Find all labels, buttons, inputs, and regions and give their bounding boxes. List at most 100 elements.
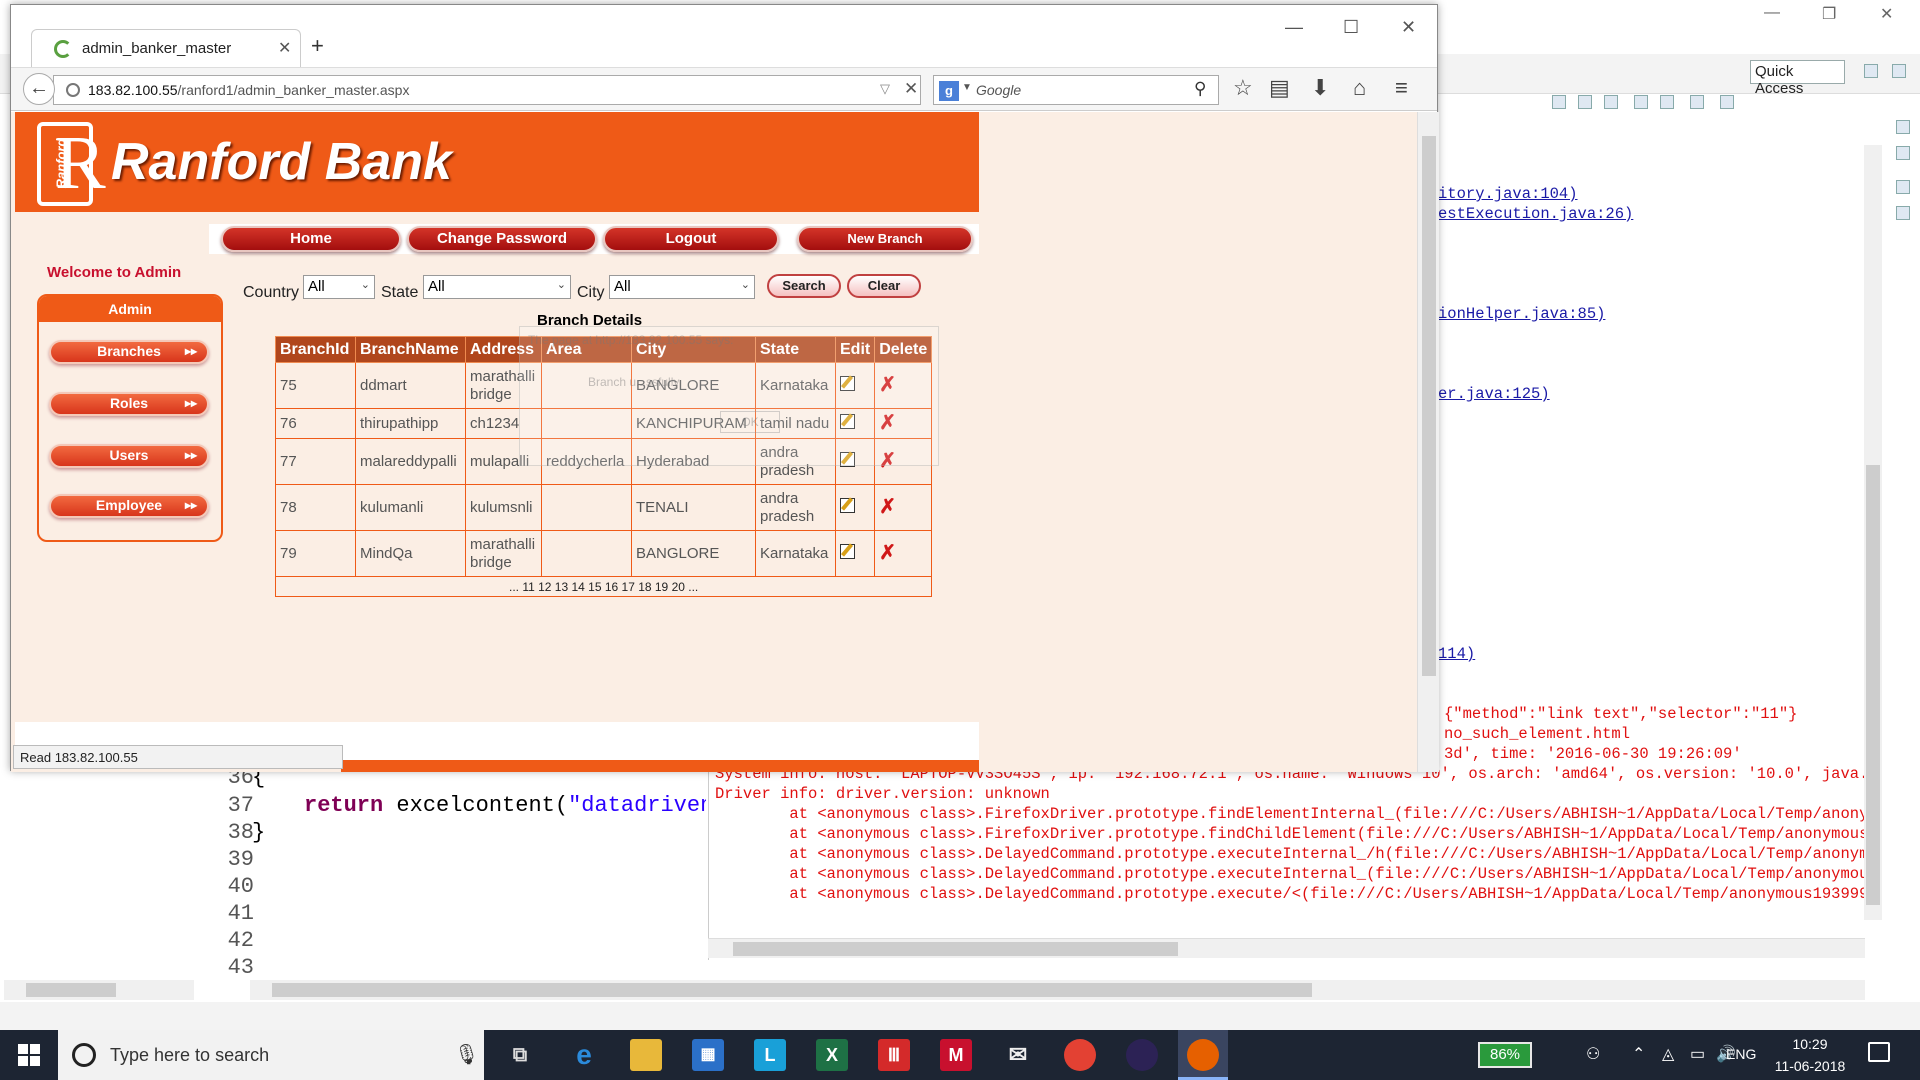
maximize-icon[interactable]: ☐ xyxy=(1343,17,1359,38)
eclipse-close-icon[interactable]: ✕ xyxy=(1880,4,1893,24)
firefox-taskbar-button[interactable] xyxy=(1178,1030,1228,1080)
scrollbar-thumb[interactable] xyxy=(272,983,1312,997)
clock-date[interactable]: 11-06-2018 xyxy=(1770,1058,1850,1074)
address-bar[interactable]: 183.82.100.55/ranford1/admin_banker_mast… xyxy=(53,75,921,105)
chrome-icon[interactable] xyxy=(1064,1039,1096,1071)
logout-button[interactable]: Logout xyxy=(603,226,779,252)
edit-icon[interactable] xyxy=(840,543,855,559)
close-tab-icon[interactable]: ✕ xyxy=(278,38,291,58)
stack-trace-link[interactable]: estExecution.java:26) xyxy=(1438,205,1633,223)
change-password-button[interactable]: Change Password xyxy=(407,226,597,252)
task-view-icon[interactable]: ⧉ xyxy=(504,1039,536,1071)
open-perspective-icon[interactable] xyxy=(1864,64,1878,78)
close-window-icon[interactable]: ✕ xyxy=(1401,17,1416,38)
editor-horizontal-scrollbar[interactable] xyxy=(250,980,1865,1000)
notification-center-icon[interactable] xyxy=(1868,1042,1890,1062)
remove-launch-icon[interactable] xyxy=(1578,95,1592,109)
minimize-icon[interactable]: — xyxy=(1285,17,1303,38)
file-explorer-icon[interactable] xyxy=(630,1039,662,1071)
bookmarks-menu-icon[interactable]: ▤ xyxy=(1269,75,1290,101)
mcafee-icon[interactable]: M xyxy=(940,1039,972,1071)
home-icon[interactable]: ⌂ xyxy=(1353,75,1366,101)
display-console-icon[interactable] xyxy=(1690,95,1704,109)
url-text: 183.82.100.55/ranford1/admin_banker_mast… xyxy=(88,82,409,98)
app-red-icon[interactable]: Ⅲ xyxy=(878,1039,910,1071)
language-indicator[interactable]: ENG xyxy=(1726,1046,1756,1062)
sidebar-item-roles[interactable]: Roles ▸▸ xyxy=(49,392,209,416)
console-vertical-scrollbar[interactable] xyxy=(1864,145,1882,920)
home-button[interactable]: Home xyxy=(221,226,401,252)
battery-indicator[interactable]: 86% xyxy=(1478,1042,1532,1068)
console-horizontal-scrollbar[interactable] xyxy=(708,938,1865,958)
globe-icon[interactable] xyxy=(66,83,80,97)
menu-hamburger-icon[interactable]: ≡ xyxy=(1395,75,1408,101)
search-button[interactable]: Search xyxy=(767,274,841,298)
sidebar-item-branches[interactable]: Branches ▸▸ xyxy=(49,340,209,364)
edge-icon[interactable]: e xyxy=(568,1039,600,1071)
power-icon[interactable]: ▭ xyxy=(1690,1044,1705,1064)
alert-ok-button[interactable]: OK xyxy=(720,411,780,433)
eclipse-restore-icon[interactable]: ❐ xyxy=(1822,4,1836,24)
scrollbar-thumb[interactable] xyxy=(1866,465,1880,905)
people-icon[interactable]: ⚇ xyxy=(1586,1044,1600,1064)
console-icon[interactable] xyxy=(1634,95,1648,109)
search-icon[interactable]: ⚲ xyxy=(1194,79,1206,99)
terminate-icon[interactable] xyxy=(1552,95,1566,109)
clock-time[interactable]: 10:29 xyxy=(1770,1036,1850,1052)
stack-trace-link[interactable]: 114) xyxy=(1438,645,1475,663)
minimized-view-icon[interactable] xyxy=(1896,180,1910,194)
new-branch-button[interactable]: New Branch xyxy=(797,226,973,252)
store-icon[interactable]: ▦ xyxy=(692,1039,724,1071)
microphone-icon[interactable]: 🎙 xyxy=(454,1042,479,1067)
stack-trace-link[interactable]: itory.java:104) xyxy=(1438,185,1578,203)
delete-icon[interactable]: ✗ xyxy=(879,496,896,518)
stack-trace-link[interactable]: ionHelper.java:85) xyxy=(1438,305,1605,323)
downloads-icon[interactable]: ⬇ xyxy=(1311,75,1329,101)
scrollbar-thumb[interactable] xyxy=(1422,136,1436,676)
mail-icon[interactable]: ✉ xyxy=(1002,1039,1034,1071)
windows-start-icon[interactable] xyxy=(18,1044,40,1066)
eclipse-icon[interactable] xyxy=(1126,1039,1158,1071)
pin-console-icon[interactable] xyxy=(1660,95,1674,109)
quick-access-field[interactable]: Quick Access xyxy=(1750,60,1845,97)
minimized-view-icon[interactable] xyxy=(1896,146,1910,160)
bookmark-star-icon[interactable]: ☆ xyxy=(1233,75,1253,101)
eclipse-minimize-icon[interactable]: — xyxy=(1764,4,1780,22)
stop-icon[interactable]: ✕ xyxy=(904,79,918,99)
java-code-editor[interactable]: 36 { 37 return excelcontent("datadriven … xyxy=(200,765,706,975)
lync-icon[interactable]: L xyxy=(754,1039,786,1071)
scrollbar-thumb[interactable] xyxy=(733,942,1178,956)
sidebar-item-users[interactable]: Users ▸▸ xyxy=(49,444,209,468)
history-dropdown-icon[interactable]: ▽ xyxy=(880,81,890,97)
stack-trace-link[interactable]: er.java:125) xyxy=(1438,385,1550,403)
country-select[interactable]: All ⌄ xyxy=(303,275,375,299)
browser-tab[interactable]: admin_banker_master ✕ xyxy=(31,29,301,67)
wifi-icon[interactable]: ◬ xyxy=(1662,1044,1674,1064)
google-engine-icon[interactable]: g xyxy=(939,81,959,101)
new-tab-icon[interactable]: + xyxy=(311,33,324,59)
minimized-view-icon[interactable] xyxy=(1896,206,1910,220)
page-vertical-scrollbar[interactable] xyxy=(1417,112,1439,772)
search-box[interactable]: g ▼ Google ⚲ xyxy=(933,75,1219,105)
bank-header: Ranford R Ranford Bank xyxy=(15,112,979,212)
open-console-icon[interactable] xyxy=(1720,95,1734,109)
back-arrow-icon[interactable]: ← xyxy=(23,73,55,105)
excel-icon[interactable]: X xyxy=(816,1039,848,1071)
city-select[interactable]: All ⌄ xyxy=(609,275,755,299)
edit-icon[interactable] xyxy=(840,497,855,513)
state-select[interactable]: All ⌄ xyxy=(423,275,571,299)
minimized-view-icon[interactable] xyxy=(1896,120,1910,134)
engine-dropdown-icon[interactable]: ▼ xyxy=(962,82,972,93)
java-perspective-icon[interactable] xyxy=(1892,64,1906,78)
delete-icon[interactable]: ✗ xyxy=(879,542,896,564)
taskbar-search-box[interactable]: Type here to search 🎙 xyxy=(58,1030,484,1080)
pager-links[interactable]: ... 11 12 13 14 15 16 17 18 19 20 ... xyxy=(274,576,933,597)
scrollbar-thumb[interactable] xyxy=(26,983,116,997)
code-keyword: return xyxy=(304,793,384,818)
explorer-horizontal-scrollbar[interactable] xyxy=(4,980,194,1000)
remove-all-icon[interactable] xyxy=(1604,95,1618,109)
clear-button[interactable]: Clear xyxy=(847,274,921,298)
cell-address: marathalli bridge xyxy=(465,530,542,577)
sidebar-item-employee[interactable]: Employee ▸▸ xyxy=(49,494,209,518)
chevron-up-icon[interactable]: ⌃ xyxy=(1632,1044,1645,1064)
